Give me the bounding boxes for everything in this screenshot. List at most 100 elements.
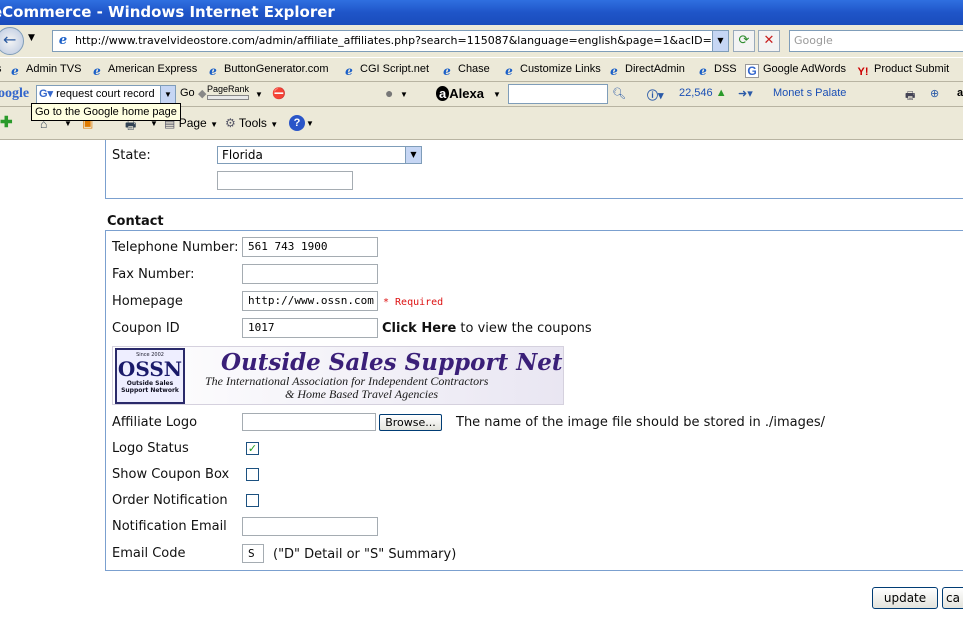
google-search-value: request court record	[56, 88, 155, 100]
pagerank-meter: PageRank	[207, 84, 249, 100]
window-title-bar: eCommerce - Windows Internet Explorer	[0, 0, 963, 25]
logo-status-label: Logo Status	[112, 441, 189, 456]
google-icon: G	[745, 64, 759, 78]
address-toolbar: ▼ e http://www.travelvideostore.com/admi…	[0, 25, 963, 57]
alexa-rank[interactable]: 22,546 ▲	[679, 87, 727, 99]
coupon-link-suffix: to view the coupons	[460, 321, 592, 336]
ie-page-icon: e	[11, 64, 19, 78]
google-search-dropdown-icon[interactable]: ▼	[160, 86, 175, 103]
link-directadmin[interactable]: e DirectAdmin	[607, 63, 685, 78]
coupon-label: Coupon ID	[112, 321, 180, 336]
order-notification-checkbox[interactable]	[246, 494, 259, 507]
ie-page-icon: e	[58, 33, 68, 48]
address-url: http://www.travelvideostore.com/admin/af…	[75, 34, 728, 47]
refresh-icon[interactable]: ⟳	[733, 30, 755, 52]
affiliate-logo-note: The name of the image file should be sto…	[456, 415, 825, 430]
help-icon[interactable]: ?	[289, 115, 305, 131]
link-google-adwords[interactable]: G Google AdWords	[745, 63, 846, 78]
address-dropdown-icon[interactable]: ▼	[712, 31, 728, 51]
state-value: Florida	[222, 148, 263, 162]
fax-label: Fax Number:	[112, 267, 195, 282]
notification-email-label: Notification Email	[112, 519, 227, 534]
telephone-input[interactable]: 561 743 1900	[242, 237, 378, 257]
google-g-icon: G▾	[39, 88, 54, 100]
add-favorites-icon[interactable]: ✚	[0, 113, 13, 131]
info-icon[interactable]: ⓘ▾	[647, 87, 664, 103]
ie-page-icon: e	[209, 64, 217, 78]
help-dropdown-icon[interactable]: ▼	[306, 119, 314, 128]
monet-link[interactable]: Monet s Palate	[773, 87, 846, 99]
browse-button[interactable]: Browse...	[379, 414, 442, 431]
link-cgi-script[interactable]: e CGI Script.net	[342, 63, 429, 78]
redirect-icon[interactable]: ➜▾	[738, 87, 753, 100]
ossn-badge-logo: Since 2002 OSSN Outside Sales Support Ne…	[115, 348, 185, 404]
show-coupon-box-checkbox[interactable]	[246, 468, 259, 481]
update-button[interactable]: update	[872, 587, 938, 609]
arrows-icon: ◆	[198, 88, 207, 100]
alexa-dropdown-icon[interactable]: ▼	[493, 90, 501, 99]
popup-blocker-icon[interactable]: ⛔	[272, 87, 286, 100]
ie-page-icon: e	[443, 64, 451, 78]
links-toolbar: s eAdmin TVS eAmerican Express eButtonGe…	[0, 57, 963, 82]
stop-icon[interactable]: ✕	[758, 30, 780, 52]
pagerank-dropdown-icon[interactable]: ▼	[255, 90, 263, 99]
orb-icon[interactable]: ●	[385, 85, 393, 101]
orb-dropdown-icon[interactable]: ▼	[400, 90, 408, 99]
coupon-input[interactable]: 1017	[242, 318, 378, 338]
link-chase[interactable]: e Chase	[440, 63, 490, 78]
ossn-banner-image: Since 2002 OSSN Outside Sales Support Ne…	[112, 346, 564, 405]
toolbar-overflow[interactable]: a	[957, 87, 963, 99]
back-button-icon[interactable]	[0, 27, 24, 55]
web-search-input[interactable]: Google	[789, 30, 963, 52]
fax-input[interactable]	[242, 264, 378, 284]
links-overflow-icon[interactable]: s	[0, 63, 2, 75]
ie-page-icon: e	[505, 64, 513, 78]
order-notification-label: Order Notification	[112, 493, 228, 508]
history-dropdown-icon[interactable]: ▼	[28, 33, 35, 43]
alexa-search-input[interactable]	[508, 84, 608, 104]
state-other-input[interactable]	[217, 171, 353, 190]
coupon-link-text: Click Here to view the coupons	[382, 321, 592, 336]
banner-line2: & Home Based Travel Agencies	[285, 387, 439, 401]
ie-page-icon: e	[93, 64, 101, 78]
google-go-button[interactable]: Go	[180, 87, 195, 99]
google-logo[interactable]: oogle	[0, 86, 29, 102]
alexa-logo[interactable]: a Alexa	[436, 86, 484, 101]
globe-icon[interactable]: ⊕	[930, 87, 939, 100]
notification-email-input[interactable]	[242, 517, 378, 536]
state-label: State:	[112, 148, 151, 163]
homepage-label: Homepage	[112, 294, 183, 309]
email-code-hint: ("D" Detail or "S" Summary)	[273, 547, 457, 562]
show-coupon-box-label: Show Coupon Box	[112, 467, 230, 482]
tools-menu[interactable]: ⚙ Tools ▼	[225, 116, 278, 130]
logo-status-checkbox[interactable]: ✓	[246, 442, 259, 455]
link-american-express[interactable]: e American Express	[90, 63, 197, 78]
affiliate-logo-label: Affiliate Logo	[112, 415, 198, 430]
state-dropdown-icon[interactable]: ▼	[405, 147, 421, 163]
affiliate-logo-input[interactable]	[242, 413, 376, 431]
address-input[interactable]: e http://www.travelvideostore.com/admin/…	[52, 30, 729, 52]
coupon-click-here-link[interactable]: Click Here	[382, 321, 456, 336]
print-icon[interactable]: 🖶︎	[905, 87, 915, 106]
link-product-submit[interactable]: Y! Product Submit	[856, 63, 950, 80]
banner-title: Outside Sales Support Network	[221, 349, 563, 376]
homepage-input[interactable]: http://www.ossn.com	[242, 291, 378, 311]
state-select[interactable]: Florida ▼	[217, 146, 422, 164]
alexa-icon: a	[436, 86, 450, 101]
link-customize-links[interactable]: e Customize Links	[502, 63, 601, 78]
email-code-input[interactable]: S	[242, 544, 264, 563]
yahoo-icon: Y!	[857, 66, 869, 78]
cancel-button[interactable]: ca	[942, 587, 963, 609]
required-note: * Required	[383, 297, 444, 308]
web-search-placeholder: Google	[794, 34, 833, 47]
pagerank-bar	[207, 95, 249, 100]
telephone-label: Telephone Number:	[112, 240, 239, 255]
google-home-tooltip: Go to the Google home page	[31, 103, 181, 121]
contact-heading: Contact	[107, 214, 164, 229]
alexa-search-icon[interactable]: 🔍︎	[612, 87, 626, 100]
gear-icon: ⚙	[225, 116, 236, 130]
link-admin-tvs[interactable]: e Admin TVS	[8, 63, 81, 78]
link-buttongenerator[interactable]: e ButtonGenerator.com	[206, 63, 328, 78]
link-dss[interactable]: e DSS	[696, 63, 736, 78]
google-search-input[interactable]: G▾ request court record ▼	[36, 85, 176, 104]
